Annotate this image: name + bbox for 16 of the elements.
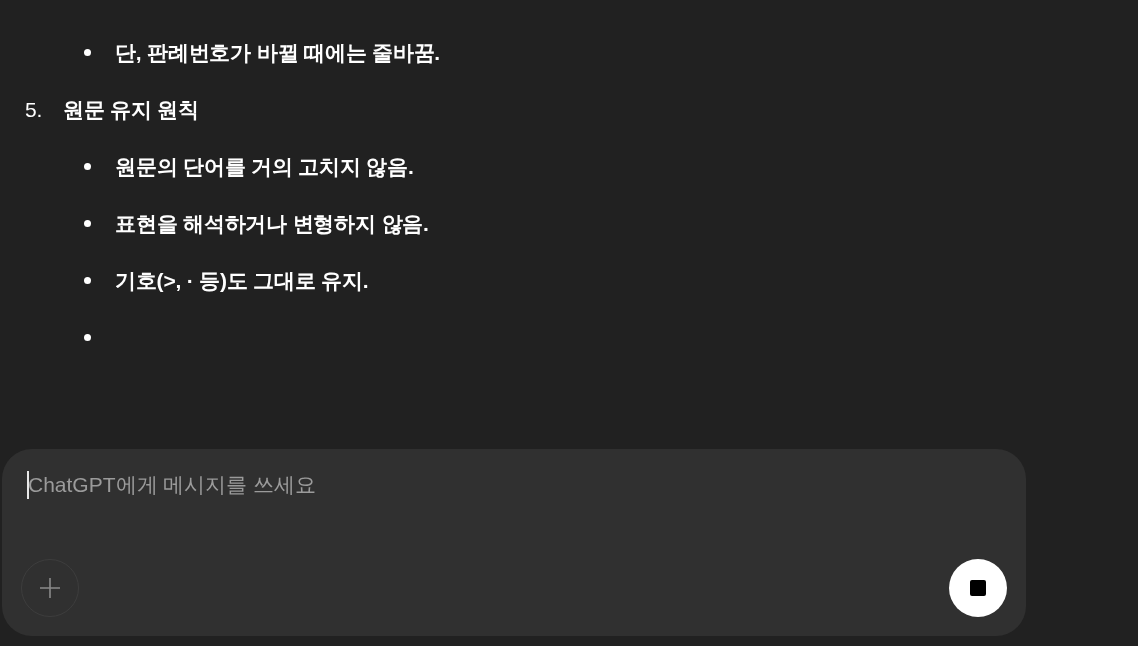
list-number: 5. <box>25 97 44 122</box>
bullet-icon <box>84 49 91 56</box>
bullet-icon <box>84 334 91 341</box>
text-cursor <box>27 471 29 499</box>
stop-icon <box>970 580 986 596</box>
plus-icon <box>38 576 62 600</box>
bullet-icon <box>84 220 91 227</box>
list-item-text: 표현을 해석하거나 변형하지 않음. <box>115 210 429 237</box>
list-item-text: 원문 유지 원칙 <box>63 96 200 123</box>
list-item-text: 단, 판례번호가 바뀔 때에는 줄바꿈. <box>115 39 440 66</box>
bullet-icon <box>84 277 91 284</box>
list-item-text: 원문의 단어를 거의 고치지 않음. <box>115 153 414 180</box>
bullet-icon <box>84 163 91 170</box>
message-field[interactable]: ChatGPT에게 메시지를 쓰세요 <box>28 473 1007 497</box>
list-item-text: 기호(>, · 등)도 그대로 유지. <box>115 267 369 294</box>
stop-button[interactable] <box>949 559 1007 617</box>
